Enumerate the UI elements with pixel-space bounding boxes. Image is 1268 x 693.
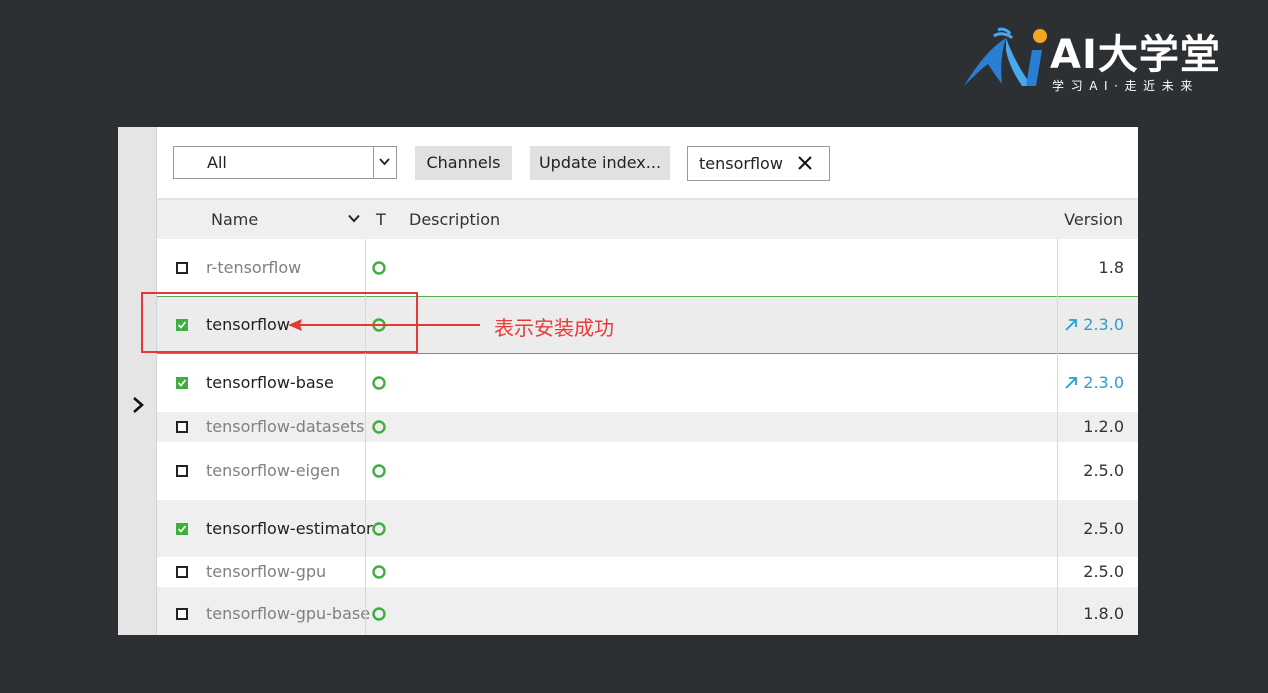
status-ring-icon — [372, 420, 386, 434]
column-divider — [1057, 239, 1058, 635]
status-ring-icon — [372, 464, 386, 478]
chevron-down-icon[interactable] — [348, 214, 360, 223]
toolbar: All Channels Update index... tensorflow — [157, 127, 1138, 200]
column-header-version[interactable]: Version — [1064, 210, 1123, 229]
package-version: 1.2.0 — [1083, 417, 1124, 436]
brand-logo: AI大学堂 学习AI·走近未来 — [962, 26, 1262, 96]
package-version: 2.5.0 — [1083, 519, 1124, 538]
package-version: 2.5.0 — [1083, 461, 1124, 480]
table-row[interactable]: tensorflow-estimator 2.5.0 — [157, 500, 1138, 557]
table-row[interactable]: r-tensorflow 1.8 — [157, 239, 1138, 296]
package-checkbox[interactable] — [176, 465, 188, 477]
column-header-type[interactable]: T — [376, 210, 386, 229]
chevron-down-icon — [379, 158, 390, 166]
search-value: tensorflow — [699, 154, 783, 173]
package-version: 2.3.0 — [1083, 373, 1124, 392]
package-filter-select[interactable]: All — [173, 146, 397, 179]
package-checkbox[interactable] — [176, 377, 188, 389]
channels-button[interactable]: Channels — [415, 146, 512, 180]
filter-selected-value: All — [207, 153, 227, 172]
logo-mark-icon — [964, 27, 1047, 86]
package-name: tensorflow-datasets — [206, 417, 365, 436]
side-panel-toggle[interactable] — [118, 127, 157, 635]
arrow-up-right-icon — [1065, 377, 1077, 389]
package-manager-window: All Channels Update index... tensorflow … — [118, 127, 1138, 635]
package-version: 1.8.0 — [1083, 604, 1124, 623]
checkmark-icon — [177, 379, 187, 387]
status-ring-icon — [372, 522, 386, 536]
column-header-description[interactable]: Description — [409, 210, 500, 229]
close-icon[interactable] — [798, 156, 812, 170]
package-name: tensorflow-base — [206, 373, 334, 392]
package-name: tensorflow-gpu — [206, 562, 327, 581]
table-header: Name T Description Version — [157, 200, 1138, 239]
package-version: 1.8 — [1098, 258, 1124, 277]
table-row[interactable]: tensorflow-datasets 1.2.0 — [157, 412, 1138, 442]
column-header-name[interactable]: Name — [211, 210, 258, 229]
package-checkbox[interactable] — [176, 523, 188, 535]
filter-dropdown-button[interactable] — [373, 147, 396, 178]
package-checkbox[interactable] — [176, 262, 188, 274]
checkmark-icon — [177, 525, 187, 533]
table-row[interactable]: tensorflow-base 2.3.0 — [157, 354, 1138, 412]
package-name: r-tensorflow — [206, 258, 302, 277]
annotation-text: 表示安装成功 — [494, 316, 614, 340]
package-name: tensorflow-eigen — [206, 461, 341, 480]
logo-subtitle: 学习AI·走近未来 — [1052, 79, 1199, 93]
package-version: 2.3.0 — [1083, 315, 1124, 334]
table-row[interactable]: tensorflow-eigen 2.5.0 — [157, 442, 1138, 500]
package-name: tensorflow-estimator — [206, 519, 373, 538]
update-index-button[interactable]: Update index... — [530, 146, 670, 180]
package-checkbox[interactable] — [176, 421, 188, 433]
search-input[interactable]: tensorflow — [687, 146, 830, 181]
status-ring-icon — [372, 565, 386, 579]
package-checkbox[interactable] — [176, 566, 188, 578]
table-row[interactable]: tensorflow-gpu-base 1.8.0 — [157, 587, 1138, 635]
status-ring-icon — [372, 376, 386, 390]
chevron-right-icon[interactable] — [130, 395, 146, 415]
annotation-arrow-icon — [288, 319, 480, 331]
logo-title: AI大学堂 — [1050, 32, 1221, 78]
status-ring-icon — [372, 607, 386, 621]
package-name: tensorflow-gpu-base — [206, 604, 371, 623]
package-version: 2.5.0 — [1083, 562, 1124, 581]
table-row[interactable]: tensorflow-gpu 2.5.0 — [157, 557, 1138, 587]
package-checkbox[interactable] — [176, 608, 188, 620]
arrow-up-right-icon — [1065, 319, 1077, 331]
status-ring-icon — [372, 261, 386, 275]
